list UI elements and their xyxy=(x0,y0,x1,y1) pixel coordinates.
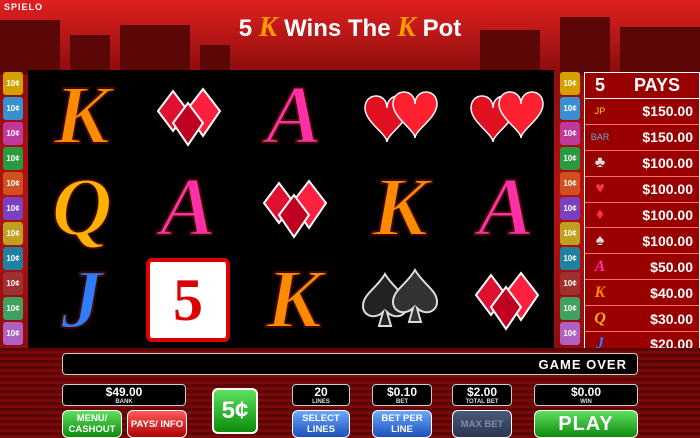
letter-k-icon: K xyxy=(594,283,606,301)
bank-meter: $49.00 BANK xyxy=(62,384,186,406)
hearts-icon xyxy=(458,72,554,160)
letter-a-icon: A xyxy=(594,257,606,275)
lines-meter: 20 LINES xyxy=(292,384,350,406)
line-marker: 10¢ xyxy=(560,322,580,345)
pays-row: ♦ $100.00 xyxy=(585,203,699,229)
pays-header: 5 PAYS xyxy=(585,73,699,99)
reel-symbol-a: A xyxy=(159,161,217,254)
pays-title: PAYS xyxy=(633,75,681,95)
pays-value: $40.00 xyxy=(650,284,693,301)
clubs-icon: ♣ xyxy=(594,154,606,172)
max-bet-button[interactable]: MAX BET xyxy=(452,410,512,438)
pays-row: ♠ $100.00 xyxy=(585,228,699,255)
pays-value: $30.00 xyxy=(650,310,693,327)
reel-symbol-k: K xyxy=(53,69,111,162)
line-marker: 10¢ xyxy=(3,247,23,270)
brand-logo: SPIELO xyxy=(4,2,44,12)
line-marker: 10¢ xyxy=(560,272,580,295)
diamonds-icon xyxy=(140,72,236,160)
pays-value: $150.00 xyxy=(642,129,693,146)
reel-symbol-j: J xyxy=(60,253,104,346)
spades-icon xyxy=(352,256,448,344)
menu-cashout-button[interactable]: MENU/ CASHOUT xyxy=(62,410,122,438)
bet-per-line-button[interactable]: BET PER LINE xyxy=(372,410,432,438)
spades-icon: ♠ xyxy=(595,231,605,249)
right-line-markers: 10¢ 10¢ 10¢ 10¢ 10¢ 10¢ 10¢ 10¢ 10¢ 10¢ 10¢ xyxy=(560,72,580,347)
line-marker: 10¢ xyxy=(3,222,23,245)
pays-value: $100.00 xyxy=(642,181,693,198)
line-marker: 10¢ xyxy=(560,247,580,270)
pays-value: $50.00 xyxy=(650,258,693,275)
reel-window: K Q J A 5 A K K A xyxy=(28,70,554,348)
reel-symbol-a: A xyxy=(265,69,323,162)
hearts-icon xyxy=(352,72,448,160)
bar-icon: BAR xyxy=(590,132,610,143)
letter-q-icon: Q xyxy=(594,309,606,327)
bet-meter: $0.10 BET xyxy=(372,384,432,406)
line-marker: 10¢ xyxy=(3,147,23,170)
reel-symbol-k: K xyxy=(265,253,323,346)
line-marker: 10¢ xyxy=(560,97,580,120)
pays-value: $100.00 xyxy=(642,155,693,172)
line-marker: 10¢ xyxy=(560,122,580,145)
jackpot-icon: JP xyxy=(594,106,606,117)
line-marker: 10¢ xyxy=(3,172,23,195)
line-marker: 10¢ xyxy=(560,197,580,220)
hearts-icon: ♥ xyxy=(595,180,605,198)
pays-row: ♣ $100.00 xyxy=(585,151,699,177)
pays-row: K $40.00 xyxy=(585,280,699,307)
pays-info-button[interactable]: PAYS/ INFO xyxy=(127,410,187,438)
reel-symbol-a: A xyxy=(477,161,535,254)
win-meter: $0.00 WIN xyxy=(534,384,638,406)
left-line-markers: 10¢ 10¢ 10¢ 10¢ 10¢ 10¢ 10¢ 10¢ 10¢ 10¢ 10¢ xyxy=(3,72,23,347)
play-button[interactable]: PLAY xyxy=(534,410,638,438)
diamonds-icon xyxy=(458,256,554,344)
line-marker: 10¢ xyxy=(3,297,23,320)
game-title: 5 K Wins The K Pot xyxy=(238,12,462,43)
line-marker: 10¢ xyxy=(3,322,23,345)
diamonds-icon: ♦ xyxy=(595,206,605,223)
pays-row: A $50.00 xyxy=(585,254,699,281)
line-marker: 10¢ xyxy=(3,97,23,120)
reel-symbol-k: K xyxy=(371,161,429,254)
line-marker: 10¢ xyxy=(3,122,23,145)
reel-symbol-q: Q xyxy=(51,161,114,254)
reel-symbol-5: 5 xyxy=(140,256,236,344)
pays-value: $100.00 xyxy=(642,207,693,223)
line-marker: 10¢ xyxy=(560,297,580,320)
line-marker: 10¢ xyxy=(3,272,23,295)
pays-count: 5 xyxy=(594,75,605,95)
pays-value: $100.00 xyxy=(642,232,693,249)
line-marker: 10¢ xyxy=(3,72,23,95)
pays-row: JP $150.00 xyxy=(585,99,699,125)
line-marker: 10¢ xyxy=(560,72,580,95)
line-marker: 10¢ xyxy=(3,197,23,220)
pays-value: $150.00 xyxy=(642,103,693,120)
status-message: GAME OVER xyxy=(62,353,638,375)
denomination-button[interactable]: 5¢ xyxy=(212,388,258,434)
total-bet-meter: $2.00 TOTAL BET xyxy=(452,384,512,406)
line-marker: 10¢ xyxy=(560,222,580,245)
line-marker: 10¢ xyxy=(560,172,580,195)
pays-row: ♥ $100.00 xyxy=(585,177,699,203)
pays-row: BAR $150.00 xyxy=(585,125,699,151)
select-lines-button[interactable]: SELECT LINES xyxy=(292,410,350,438)
line-marker: 10¢ xyxy=(560,147,580,170)
pays-table: 5 PAYS JP $150.00 BAR $150.00 ♣ $100.00 ♥ $100.… xyxy=(584,72,700,358)
diamonds-icon xyxy=(246,164,342,252)
pays-row: Q $30.00 xyxy=(585,306,699,333)
